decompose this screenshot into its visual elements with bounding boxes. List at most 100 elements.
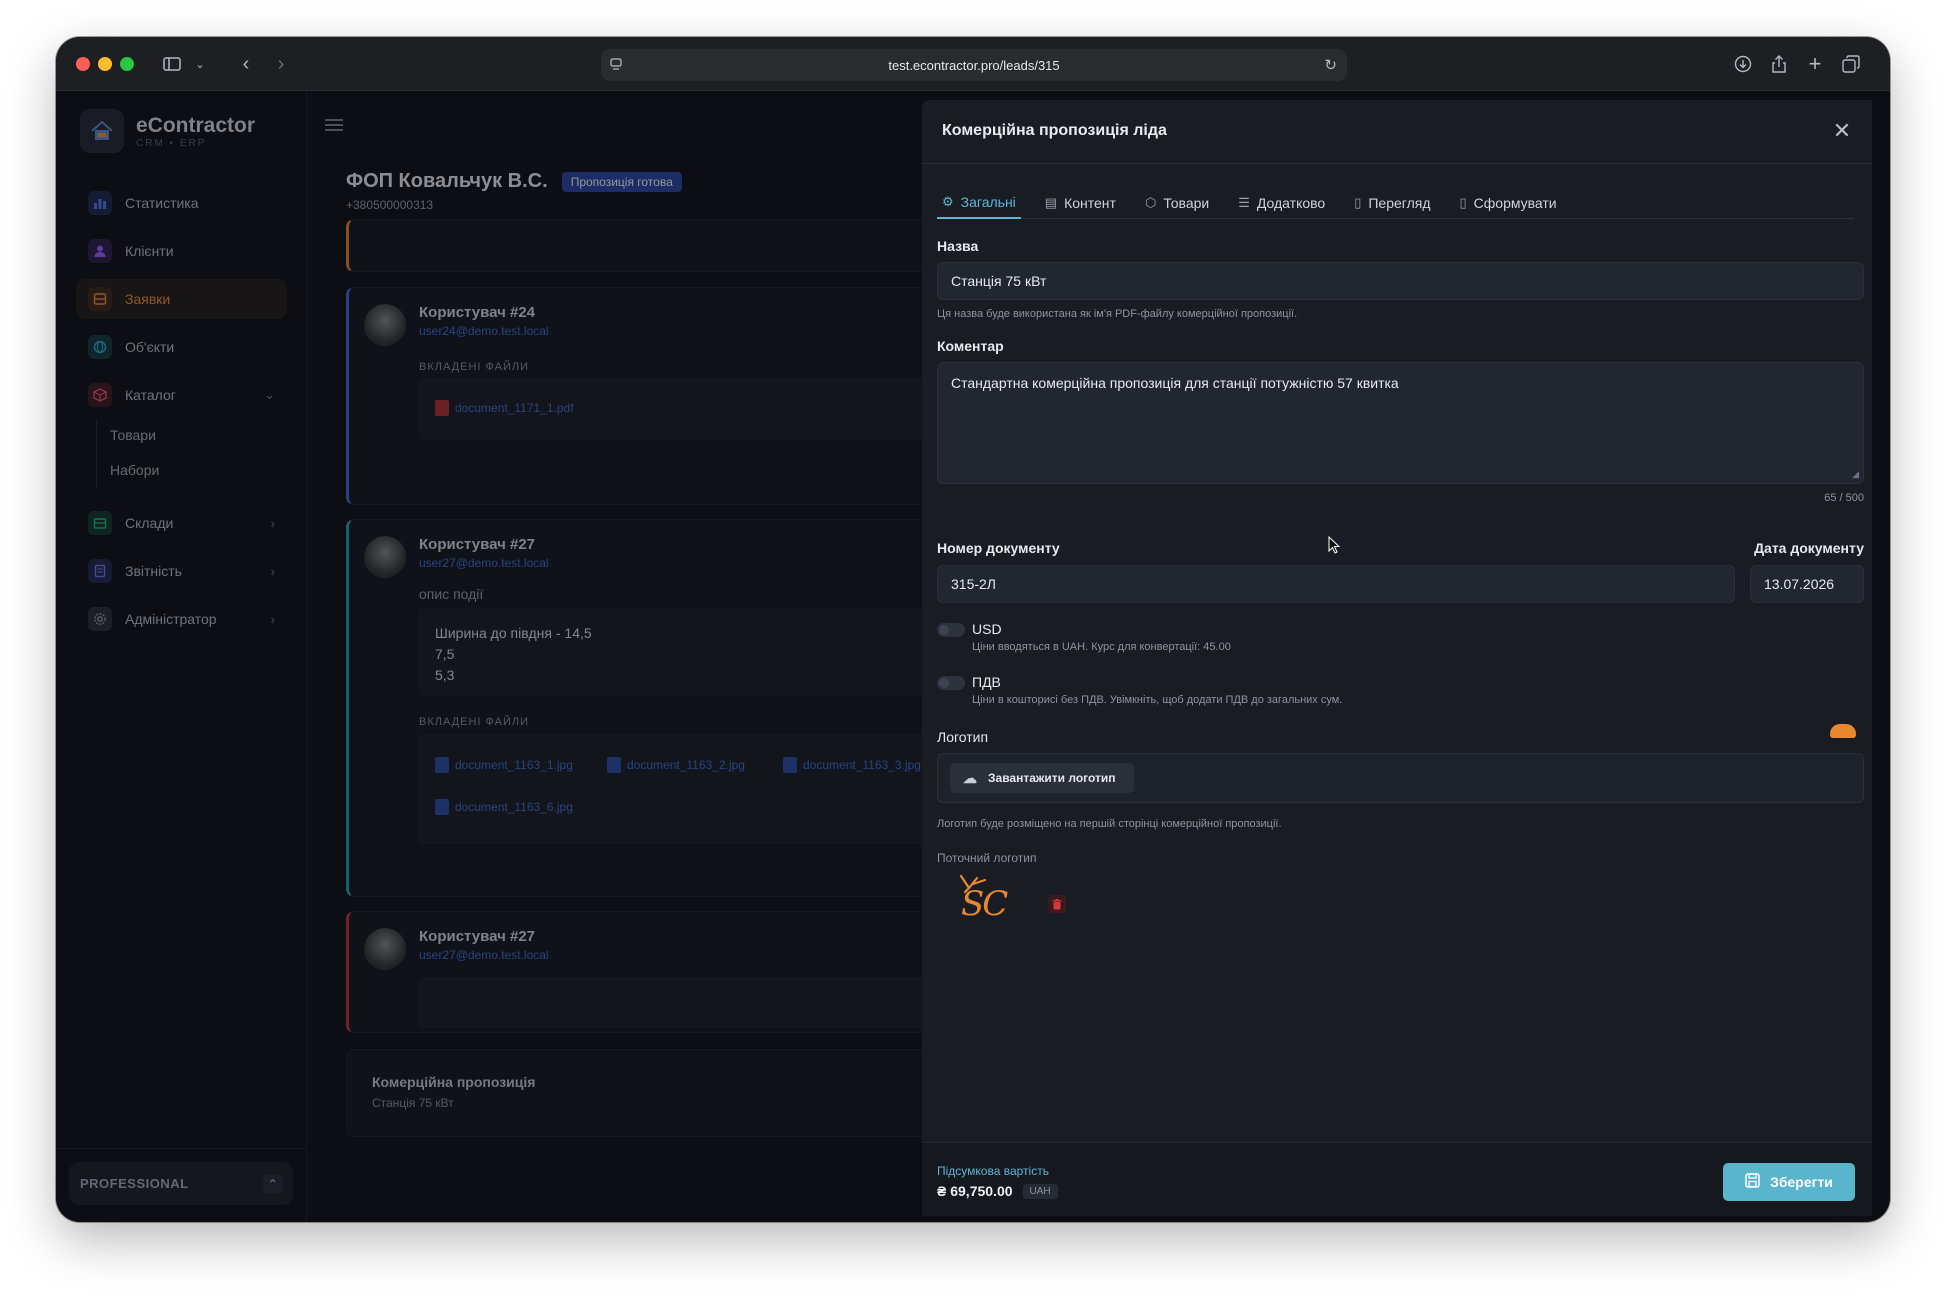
plan-selector[interactable]: PROFESSIONAL ⌃ (69, 1162, 293, 1205)
cloud-upload-icon: ☁ (963, 769, 977, 786)
brand: eContractor CRM • ERP (80, 109, 255, 153)
close-icon[interactable]: ✕ (1830, 120, 1854, 144)
document-number-input[interactable]: 315-2Л (937, 565, 1735, 603)
event-email[interactable]: user24@demo.test.local (419, 324, 549, 338)
download-icon[interactable] (1733, 53, 1753, 75)
sidebar-item-label: Статистика (125, 195, 199, 211)
tab-general[interactable]: ⚙ Загальні (937, 186, 1021, 219)
panel-footer: Підсумкова вартість ₴ 69,750.00 UAH Збер… (922, 1142, 1872, 1216)
share-icon[interactable] (1769, 53, 1789, 75)
image-file-icon (607, 757, 621, 773)
name-label: Назва (937, 238, 979, 254)
chevron-right-icon: › (270, 515, 275, 531)
document-icon: ▯ (1354, 194, 1362, 210)
tab-content[interactable]: ▤ Контент (1040, 186, 1121, 219)
lead-phone: +380500000313 (346, 198, 434, 212)
minimize-window-button[interactable] (98, 57, 112, 71)
reload-icon[interactable]: ↻ (1324, 56, 1337, 74)
event-card: Користувач #24 user24@demo.test.local ВК… (346, 287, 986, 505)
event-email[interactable]: user27@demo.test.local (419, 948, 549, 962)
save-icon (1745, 1173, 1760, 1191)
logo-hint: Логотип буде розміщено на першій сторінц… (937, 818, 1282, 830)
proposal-card[interactable]: Комерційна пропозиція Станція 75 кВт (346, 1049, 986, 1137)
sidebar-item-label: Склади (125, 515, 174, 531)
document-date-input[interactable]: 13.07.2026 (1750, 565, 1864, 603)
sidebar-subitem-products[interactable]: Товари (110, 427, 156, 443)
hamburger-icon[interactable] (325, 119, 343, 131)
image-file-icon (435, 757, 449, 773)
sidebar-item-warehouses[interactable]: Склади › (76, 503, 287, 543)
comment-counter: 65 / 500 (1824, 492, 1864, 504)
chevron-down-icon[interactable]: ⌄ (193, 53, 207, 75)
name-hint: Ця назва буде використана як ім'я PDF-фа… (937, 308, 1298, 320)
vat-hint: Ціни в кошторисі без ПДВ. Увімкніть, щоб… (972, 694, 1343, 706)
brand-name: eContractor (136, 113, 256, 137)
app-sidebar: eContractor CRM • ERP Статистика Клієнти… (56, 91, 307, 1222)
user-icon (88, 239, 112, 263)
sidebar-item-catalog[interactable]: Каталог ⌄ (76, 375, 287, 415)
zoom-window-button[interactable] (120, 57, 134, 71)
event-card (346, 219, 986, 272)
avatar (364, 536, 406, 578)
pdf-file-icon (435, 400, 449, 416)
chevron-up-icon: ⌃ (263, 1174, 283, 1194)
panel-title: Комерційна пропозиція ліда (942, 122, 1167, 139)
sidebar-item-label: Адміністратор (125, 611, 217, 627)
sidebar-item-statistics[interactable]: Статистика (76, 183, 287, 223)
forward-arrow-icon[interactable]: › (271, 53, 291, 75)
sidebar-item-admin[interactable]: Адміністратор › (76, 599, 287, 639)
globe-icon (88, 335, 112, 359)
new-tab-icon[interactable]: + (1805, 51, 1825, 76)
current-logo-label: Поточний логотип (937, 851, 1037, 865)
current-logo-image: SC (955, 870, 1015, 926)
lead-title: ФОП Ковальчук В.С. (346, 170, 548, 192)
usd-hint: Ціни вводяться в UAH. Курс для конвертац… (972, 641, 1231, 653)
total-label: Підсумкова вартість (937, 1164, 1049, 1178)
logo-text: SC (961, 884, 1008, 924)
tab-additional[interactable]: ☰ Додатково (1233, 186, 1330, 219)
attachment-link[interactable]: document_1163_6.jpg (435, 799, 573, 815)
tab-overview-icon[interactable] (1841, 53, 1861, 75)
event-user: Користувач #27 (419, 536, 536, 553)
attachment-link[interactable]: document_1163_1.jpg (435, 757, 573, 773)
chevron-right-icon: › (270, 611, 275, 627)
sidebar-item-label: Об'єкти (125, 339, 175, 355)
save-button[interactable]: Зберегти (1723, 1163, 1855, 1201)
address-bar[interactable]: test.econtractor.pro/leads/315 ↻ (601, 49, 1347, 81)
sidebar-item-leads[interactable]: Заявки (76, 279, 287, 319)
cloud-icon (1830, 724, 1856, 738)
proposal-subtitle: Станція 75 кВт (372, 1096, 454, 1110)
file-icon: ▯ (1459, 194, 1467, 210)
tab-generate[interactable]: ▯ Сформувати (1455, 186, 1562, 219)
sidebar-item-objects[interactable]: Об'єкти (76, 327, 287, 367)
event-email[interactable]: user27@demo.test.local (419, 556, 549, 570)
panel-tabs: ⚙ Загальні ▤ Контент ⬡ Товари ☰ Додатково ▯ П… (937, 186, 1854, 219)
gear-icon: ⚙ (942, 193, 954, 209)
attachment-link[interactable]: document_1171_1.pdf (435, 400, 574, 416)
usd-label: USD (972, 621, 1002, 637)
tab-products[interactable]: ⬡ Товари (1140, 186, 1214, 219)
sidebar-item-reports[interactable]: Звітність › (76, 551, 287, 591)
tab-preview[interactable]: ▯ Перегляд (1349, 186, 1435, 219)
vat-toggle[interactable] (937, 676, 965, 690)
sidebar-subitem-sets[interactable]: Набори (110, 462, 159, 478)
usd-toggle[interactable] (937, 623, 965, 637)
trash-icon[interactable] (1048, 895, 1066, 913)
upload-logo-button[interactable]: ☁ Завантажити логотип (950, 763, 1134, 793)
attachments-heading: ВКЛАДЕНІ ФАЙЛИ (419, 361, 529, 373)
sidebar-item-label: Заявки (125, 291, 171, 307)
name-input[interactable]: Станція 75 кВт (937, 262, 1864, 300)
avatar (364, 928, 406, 970)
sidebar-toggle-icon[interactable] (161, 53, 183, 75)
attachment-link[interactable]: document_1163_2.jpg (607, 757, 745, 773)
close-window-button[interactable] (76, 57, 90, 71)
site-settings-icon[interactable] (609, 57, 623, 71)
proposal-title: Комерційна пропозиція (372, 1074, 536, 1090)
resize-handle-icon[interactable]: ◢ (1852, 469, 1859, 480)
back-arrow-icon[interactable]: ‹ (236, 53, 256, 75)
attachment-link[interactable]: document_1163_3.jpg (783, 757, 921, 773)
comment-textarea[interactable]: Стандартна комерційна пропозиція для ста… (937, 362, 1864, 484)
chevron-down-icon: ⌄ (264, 387, 275, 402)
event-card: Користувач #27 user27@demo.test.local (346, 911, 986, 1033)
sidebar-item-clients[interactable]: Клієнти (76, 231, 287, 271)
